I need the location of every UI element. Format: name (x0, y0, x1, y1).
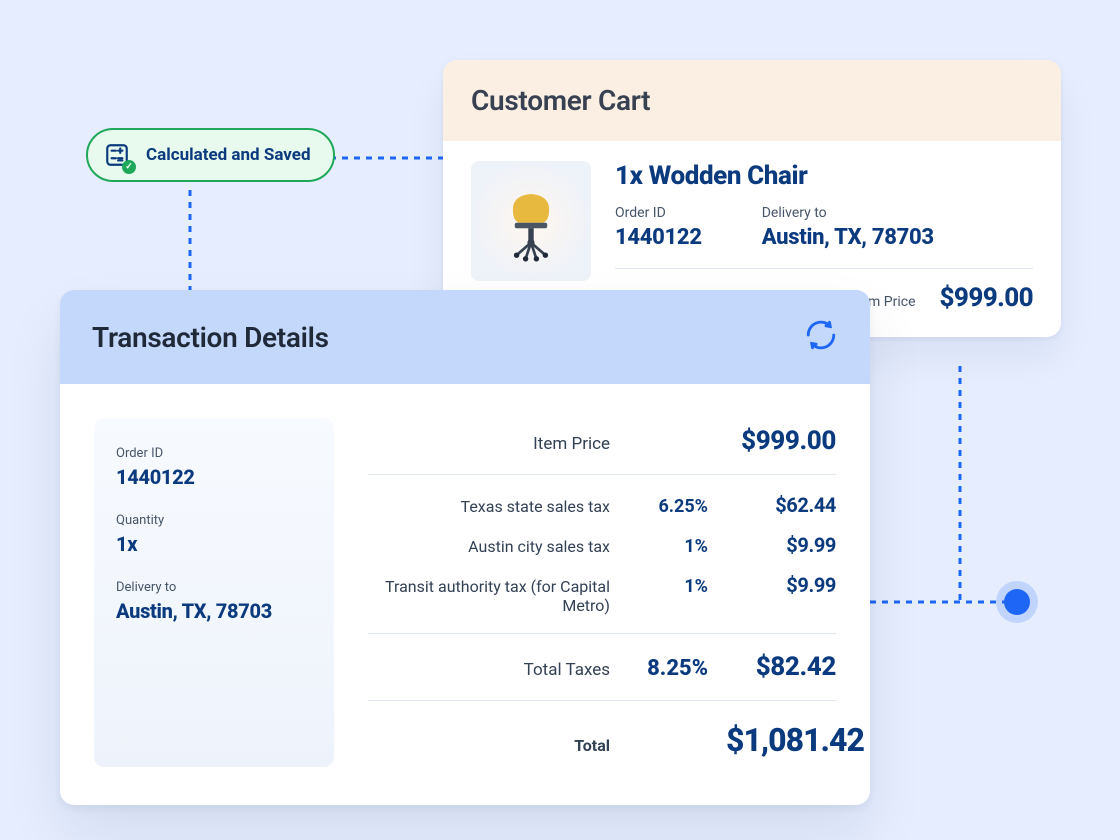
transaction-details-card: Transaction Details Order ID 1440122 Qua… (60, 290, 870, 805)
item-price-value: $999.00 (940, 283, 1033, 313)
tax1-amt: $62.44 (726, 493, 836, 517)
delivery-label: Delivery to (762, 205, 934, 221)
refresh-icon[interactable] (804, 318, 838, 356)
calculator-icon: ✓ (102, 140, 132, 170)
total-tax-label: Total Taxes (368, 660, 610, 680)
summary-order-id-label: Order ID (116, 446, 312, 461)
product-thumbnail (471, 161, 591, 281)
tax2-pct: 1% (628, 536, 708, 557)
order-id-value: 1440122 (615, 225, 702, 250)
status-pill-calculated-saved: ✓ Calculated and Saved (86, 128, 335, 182)
tax2-amt: $9.99 (726, 533, 836, 557)
summary-qty-label: Quantity (116, 513, 312, 528)
transaction-title: Transaction Details (92, 321, 329, 354)
total-amt: $1,081.42 (726, 721, 836, 759)
summary-qty-value: 1x (116, 532, 312, 556)
total-tax-pct: 8.25% (628, 656, 708, 681)
separator (368, 633, 836, 634)
delivery-value: Austin, TX, 78703 (762, 225, 934, 250)
status-pill-label: Calculated and Saved (146, 145, 311, 165)
customer-cart-title: Customer Cart (471, 84, 1033, 117)
customer-cart-header: Customer Cart (443, 60, 1061, 141)
check-badge-icon: ✓ (122, 160, 136, 174)
tax1-pct: 6.25% (628, 496, 708, 517)
total-label: Total (368, 736, 610, 755)
summary-delivery-value: Austin, TX, 78703 (116, 599, 312, 623)
tax3-amt: $9.99 (726, 573, 836, 597)
tax1-label: Texas state sales tax (368, 497, 610, 516)
line-item-price-value: $999.00 (726, 426, 836, 456)
cart-item-title: 1x Wodden Chair (615, 161, 1033, 191)
order-summary-box: Order ID 1440122 Quantity 1x Delivery to… (94, 418, 334, 767)
summary-order-id-value: 1440122 (116, 465, 312, 489)
transaction-header: Transaction Details (60, 290, 870, 384)
tax3-label: Transit authority tax (for Capital Metro… (368, 577, 610, 615)
line-item-price-label: Item Price (368, 434, 610, 454)
tax2-label: Austin city sales tax (368, 537, 610, 556)
tax3-pct: 1% (628, 576, 708, 597)
summary-delivery-label: Delivery to (116, 580, 312, 595)
separator (368, 700, 836, 701)
transaction-lines: Item Price $999.00 Texas state sales tax… (368, 418, 836, 767)
order-id-label: Order ID (615, 205, 702, 221)
total-tax-amt: $82.42 (726, 652, 836, 682)
connector-endpoint-dot (1004, 589, 1030, 615)
separator (368, 474, 836, 475)
chair-icon (486, 176, 576, 266)
